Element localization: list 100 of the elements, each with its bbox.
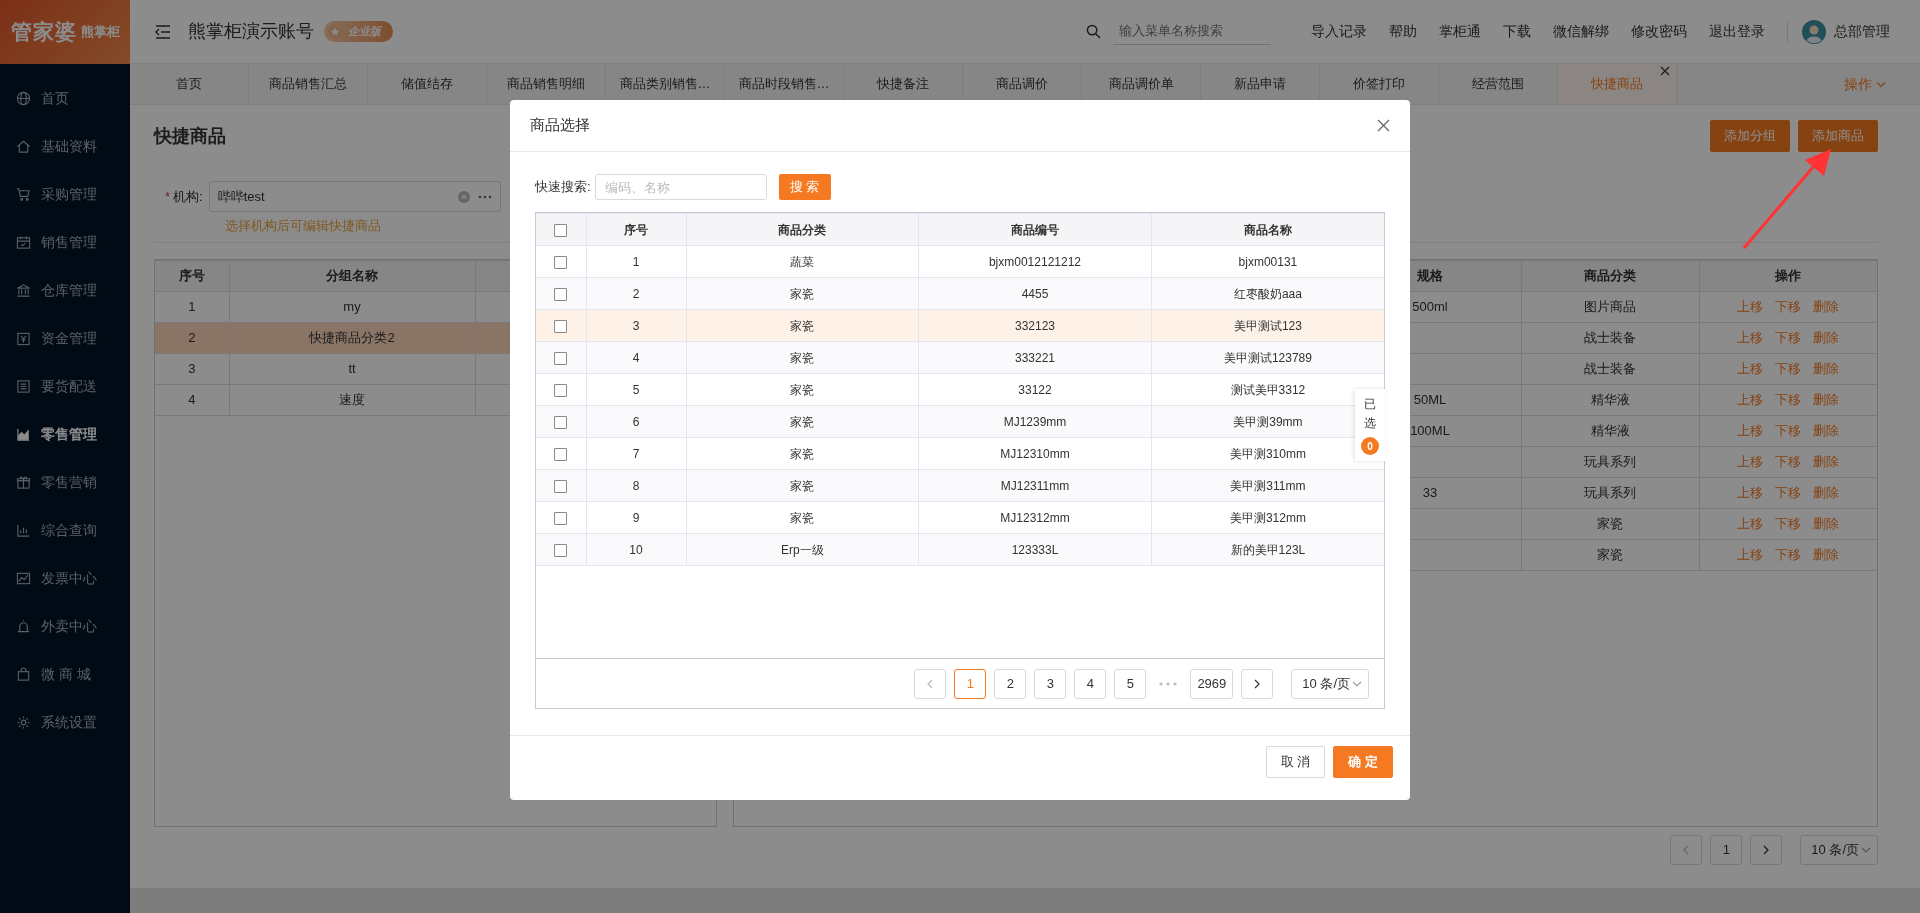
column-header: 商品分类 [686, 213, 919, 246]
column-header: 操作 [1699, 260, 1877, 291]
table-cell: 精华液 [1590, 422, 1630, 438]
action-link[interactable]: 下移 [1775, 515, 1802, 531]
action-link[interactable]: 删除 [1813, 298, 1840, 314]
action-link[interactable]: 上移 [1737, 453, 1764, 469]
action-link[interactable]: 删除 [1813, 391, 1840, 407]
page-button[interactable]: 3 [1034, 668, 1067, 699]
page-button[interactable]: 1 [954, 668, 987, 699]
action-link[interactable]: 删除 [1813, 484, 1840, 500]
action-link[interactable]: 删除 [1813, 453, 1840, 469]
action-link[interactable]: 上移 [1737, 298, 1764, 314]
page-button[interactable]: 2 [994, 668, 1027, 699]
tab-menu[interactable]: 操作 [1844, 64, 1920, 104]
header-link[interactable]: 退出登录 [1709, 21, 1765, 42]
page-size-select[interactable]: 10 条/页 [1291, 668, 1369, 699]
table-cell: 4 [586, 341, 686, 374]
sidebar-item[interactable]: 销售管理 [0, 218, 130, 266]
column-header: 分组名称 [229, 260, 475, 291]
action-link[interactable]: 下移 [1775, 391, 1802, 407]
table-cell: tt [229, 353, 475, 384]
action-link[interactable]: 删除 [1813, 360, 1840, 376]
action-link[interactable]: 下移 [1775, 298, 1802, 314]
sidebar-item[interactable]: 综合查询 [0, 506, 130, 554]
action-link[interactable]: 上移 [1737, 484, 1764, 500]
sidebar-item[interactable]: 首页 [0, 74, 130, 122]
tab[interactable]: 快捷商品 [1558, 64, 1677, 104]
action-link[interactable]: 上移 [1737, 546, 1764, 562]
table-cell: 精华液 [1590, 391, 1630, 407]
table-cell: 家瓷 [686, 501, 919, 534]
table-cell: MJ12311mm [918, 469, 1152, 502]
sidebar-item[interactable]: 采购管理 [0, 170, 130, 218]
page-button[interactable]: 5 [1114, 668, 1147, 699]
sidebar-item[interactable]: 微 商 城 [0, 650, 130, 698]
action-link[interactable]: 下移 [1775, 360, 1802, 376]
table-cell: 500ml [1412, 298, 1448, 314]
table-cell: 100ML [1410, 422, 1450, 438]
table-cell: 家瓷 [686, 373, 919, 406]
header-link[interactable]: 修改密码 [1631, 21, 1687, 42]
search-button[interactable]: 搜 索 [778, 174, 831, 200]
action-link[interactable]: 上移 [1737, 360, 1764, 376]
action-link[interactable]: 下移 [1775, 453, 1802, 469]
column-header: 商品编号 [918, 213, 1152, 246]
sidebar-item[interactable]: 要货配送 [0, 362, 130, 410]
header-link[interactable]: 导入记录 [1311, 21, 1367, 42]
search-field[interactable]: 编码、名称 [594, 174, 767, 200]
tab[interactable]: 首页 [130, 64, 249, 104]
table-cell: Erp一级 [686, 533, 919, 566]
action-link[interactable]: 下移 [1775, 422, 1802, 438]
page-button[interactable]: 2969 [1190, 668, 1234, 699]
action-link[interactable]: 下移 [1775, 546, 1802, 562]
sidebar-item[interactable]: 基础资料 [0, 122, 130, 170]
confirm-button[interactable]: 确 定 [1333, 746, 1393, 778]
sidebar-item[interactable]: 资金管理 [0, 314, 130, 362]
page-button[interactable]: 1 [1710, 834, 1743, 865]
column-header: 序号 [155, 260, 229, 291]
header-link[interactable]: 微信解绑 [1553, 21, 1609, 42]
selected-tab[interactable]: 已选 0 [1355, 389, 1385, 462]
tab[interactable]: 商品销售汇总 [249, 64, 368, 104]
org-field[interactable]: 哔哔test [208, 181, 501, 212]
header-link[interactable]: 下载 [1503, 21, 1531, 42]
action-link[interactable]: 上移 [1737, 329, 1764, 345]
action-link[interactable]: 删除 [1813, 422, 1840, 438]
column-header: 商品分类 [1521, 260, 1699, 291]
tab[interactable]: 储值结存 [368, 64, 487, 104]
table-cell: 家瓷 [686, 277, 919, 310]
table-cell: MJ1239mm [918, 405, 1152, 438]
table-cell: 7 [586, 437, 686, 470]
column-header: 序号 [586, 213, 686, 246]
header-link[interactable]: 帮助 [1389, 21, 1417, 42]
sidebar-item[interactable]: 系统设置 [0, 698, 130, 746]
table-cell: 图片商品 [1584, 298, 1636, 314]
table-cell: 50ML [1413, 391, 1447, 407]
table-cell: 家瓷 [1597, 515, 1623, 531]
action-link[interactable]: 下移 [1775, 484, 1802, 500]
table-cell: 3 [586, 309, 686, 342]
sidebar-item[interactable]: 零售营销 [0, 458, 130, 506]
cancel-button[interactable]: 取 消 [1265, 746, 1326, 778]
sidebar-item[interactable]: 仓库管理 [0, 266, 130, 314]
action-link[interactable]: 上移 [1737, 422, 1764, 438]
user-name[interactable]: 总部管理 [1834, 21, 1890, 42]
action-link[interactable]: 删除 [1813, 546, 1840, 562]
action-link[interactable]: 删除 [1813, 515, 1840, 531]
action-link[interactable]: 删除 [1813, 329, 1840, 345]
table-cell: 33122 [918, 373, 1152, 406]
sidebar-item[interactable]: 零售管理 [0, 410, 130, 458]
add-button[interactable]: 添加分组 [1710, 120, 1790, 152]
page-button[interactable]: 4 [1074, 668, 1107, 699]
sidebar-item[interactable]: 外卖中心 [0, 602, 130, 650]
action-link[interactable]: 上移 [1737, 391, 1764, 407]
page-size-select[interactable]: 10 条/页 [1800, 834, 1878, 865]
action-link[interactable]: 下移 [1775, 329, 1802, 345]
sidebar-item[interactable]: 发票中心 [0, 554, 130, 602]
action-link[interactable]: 上移 [1737, 515, 1764, 531]
table-cell: 3 [155, 353, 229, 384]
table-cell: 红枣酸奶aaa [1151, 277, 1384, 310]
add-button[interactable]: 添加商品 [1798, 120, 1878, 152]
table-cell: bjxm0012121212 [918, 245, 1152, 278]
table-cell: 4455 [918, 277, 1152, 310]
header-link[interactable]: 掌柜通 [1439, 21, 1481, 42]
